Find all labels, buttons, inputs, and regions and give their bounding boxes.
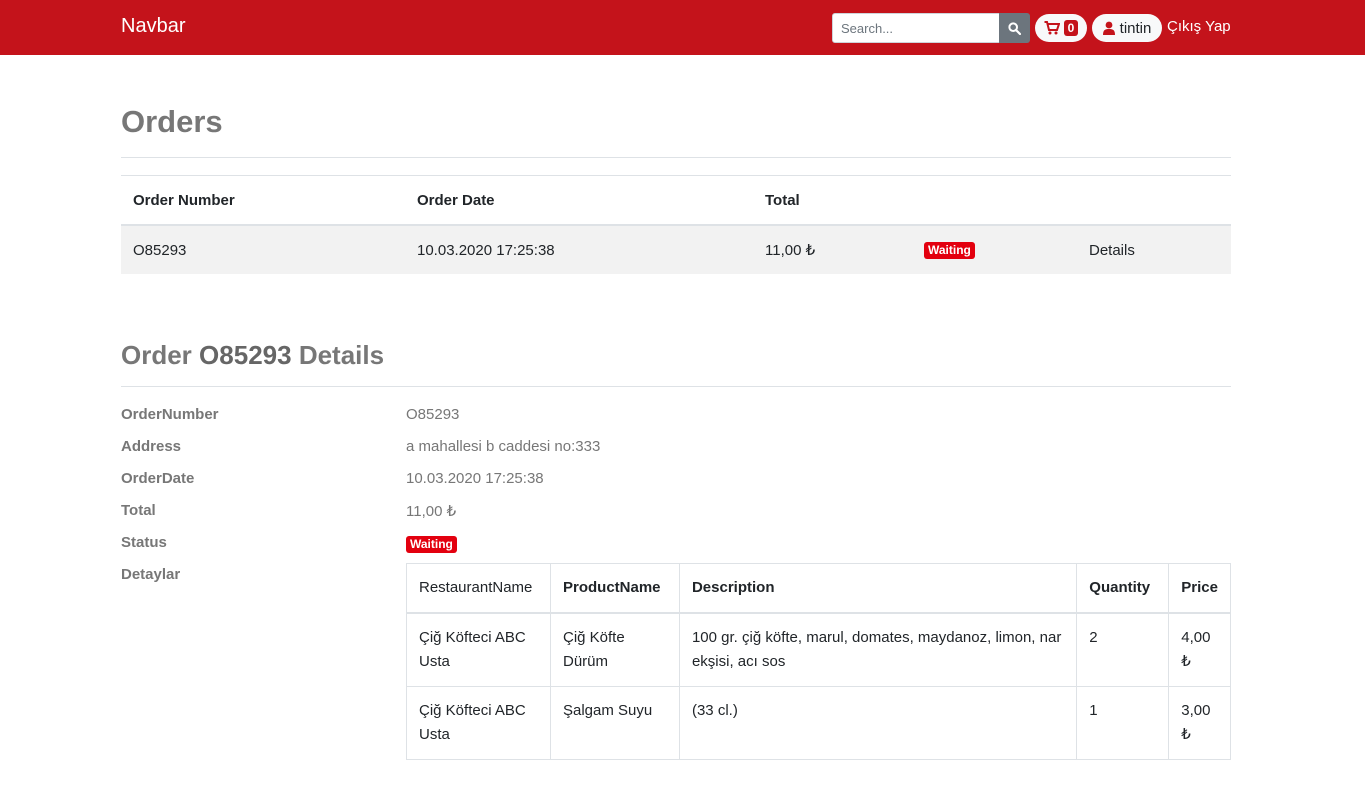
column-header: RestaurantName bbox=[406, 563, 551, 614]
column-header: Price bbox=[1168, 563, 1231, 614]
column-header-status bbox=[912, 175, 1077, 226]
quantity-cell: 1 bbox=[1076, 686, 1170, 760]
field-value-order-number: O85293 bbox=[406, 406, 460, 423]
divider bbox=[121, 157, 1231, 158]
field-value-address: a mahallesi b caddesi no:333 bbox=[406, 438, 601, 455]
page-title: Orders bbox=[121, 104, 223, 139]
order-total-cell: 11,00 ₺ bbox=[753, 225, 912, 274]
shopping-cart-icon bbox=[1044, 21, 1060, 35]
field-value-order-date: 10.03.2020 17:25:38 bbox=[406, 470, 544, 487]
items-header-row: RestaurantName ProductName Description Q… bbox=[406, 563, 1231, 614]
column-header: Total bbox=[753, 175, 912, 226]
column-header: Order Date bbox=[405, 175, 753, 226]
price-cell: 4,00 ₺ bbox=[1168, 612, 1231, 687]
details-title-number: O85293 bbox=[199, 340, 292, 370]
navbar-brand[interactable]: Navbar bbox=[121, 15, 185, 38]
status-badge: Waiting bbox=[924, 242, 975, 259]
order-details-title: Order O85293 Details bbox=[121, 340, 384, 371]
details-link[interactable]: Details bbox=[1077, 225, 1231, 274]
cart-count-badge: 0 bbox=[1063, 20, 1079, 36]
column-header: ProductName bbox=[549, 563, 680, 614]
details-title-prefix: Order bbox=[121, 340, 192, 370]
restaurant-cell: Çiğ Köfteci ABC Usta bbox=[406, 686, 551, 760]
search-icon bbox=[1008, 21, 1021, 35]
product-cell: Çiğ Köfte Dürüm bbox=[549, 612, 680, 687]
column-header: Quantity bbox=[1076, 563, 1170, 614]
navbar: Navbar 0 tintin Çıkış Yap bbox=[0, 0, 1365, 55]
user-profile-button[interactable]: tintin bbox=[1092, 14, 1162, 42]
table-row: Çiğ Köfteci ABC Usta Çiğ Köfte Dürüm 100… bbox=[406, 612, 1231, 687]
search-button[interactable] bbox=[999, 13, 1030, 43]
orders-table: Order Number Order Date Total O85293 10.… bbox=[121, 175, 1231, 274]
field-value-total: 11,00 ₺ bbox=[406, 503, 457, 520]
search-input[interactable] bbox=[832, 13, 1000, 43]
details-title-suffix: Details bbox=[298, 340, 385, 370]
field-label-address: Address bbox=[121, 438, 182, 455]
order-items-table: RestaurantName ProductName Description Q… bbox=[406, 563, 1231, 760]
field-label-detaylar: Detaylar bbox=[121, 566, 181, 583]
order-status-cell: Waiting bbox=[912, 225, 1077, 274]
divider bbox=[121, 386, 1231, 387]
field-label-status: Status bbox=[121, 534, 167, 551]
product-cell: Şalgam Suyu bbox=[549, 686, 680, 760]
table-row: O85293 10.03.2020 17:25:38 11,00 ₺ Waiti… bbox=[121, 225, 1231, 274]
column-header: Order Number bbox=[121, 175, 405, 226]
description-cell: (33 cl.) bbox=[678, 686, 1078, 760]
username-label: tintin bbox=[1119, 19, 1152, 37]
quantity-cell: 2 bbox=[1076, 612, 1170, 687]
status-badge: Waiting bbox=[406, 536, 457, 553]
column-header-actions bbox=[1077, 175, 1231, 226]
logout-link[interactable]: Çıkış Yap bbox=[1167, 18, 1231, 35]
cart-button[interactable]: 0 bbox=[1035, 14, 1087, 42]
user-icon bbox=[1102, 21, 1115, 35]
order-number-cell: O85293 bbox=[121, 225, 405, 274]
restaurant-cell: Çiğ Köfteci ABC Usta bbox=[406, 612, 551, 687]
table-row: Çiğ Köfteci ABC Usta Şalgam Suyu (33 cl.… bbox=[406, 686, 1231, 760]
column-header: Description bbox=[678, 563, 1078, 614]
order-date-cell: 10.03.2020 17:25:38 bbox=[405, 225, 753, 274]
field-label-order-number: OrderNumber bbox=[121, 406, 219, 423]
orders-header-row: Order Number Order Date Total bbox=[121, 175, 1231, 226]
field-value-status: Waiting bbox=[406, 535, 457, 553]
price-cell: 3,00 ₺ bbox=[1168, 686, 1231, 760]
field-label-total: Total bbox=[121, 502, 156, 519]
field-label-order-date: OrderDate bbox=[121, 470, 195, 487]
description-cell: 100 gr. çiğ köfte, marul, domates, mayda… bbox=[678, 612, 1078, 687]
